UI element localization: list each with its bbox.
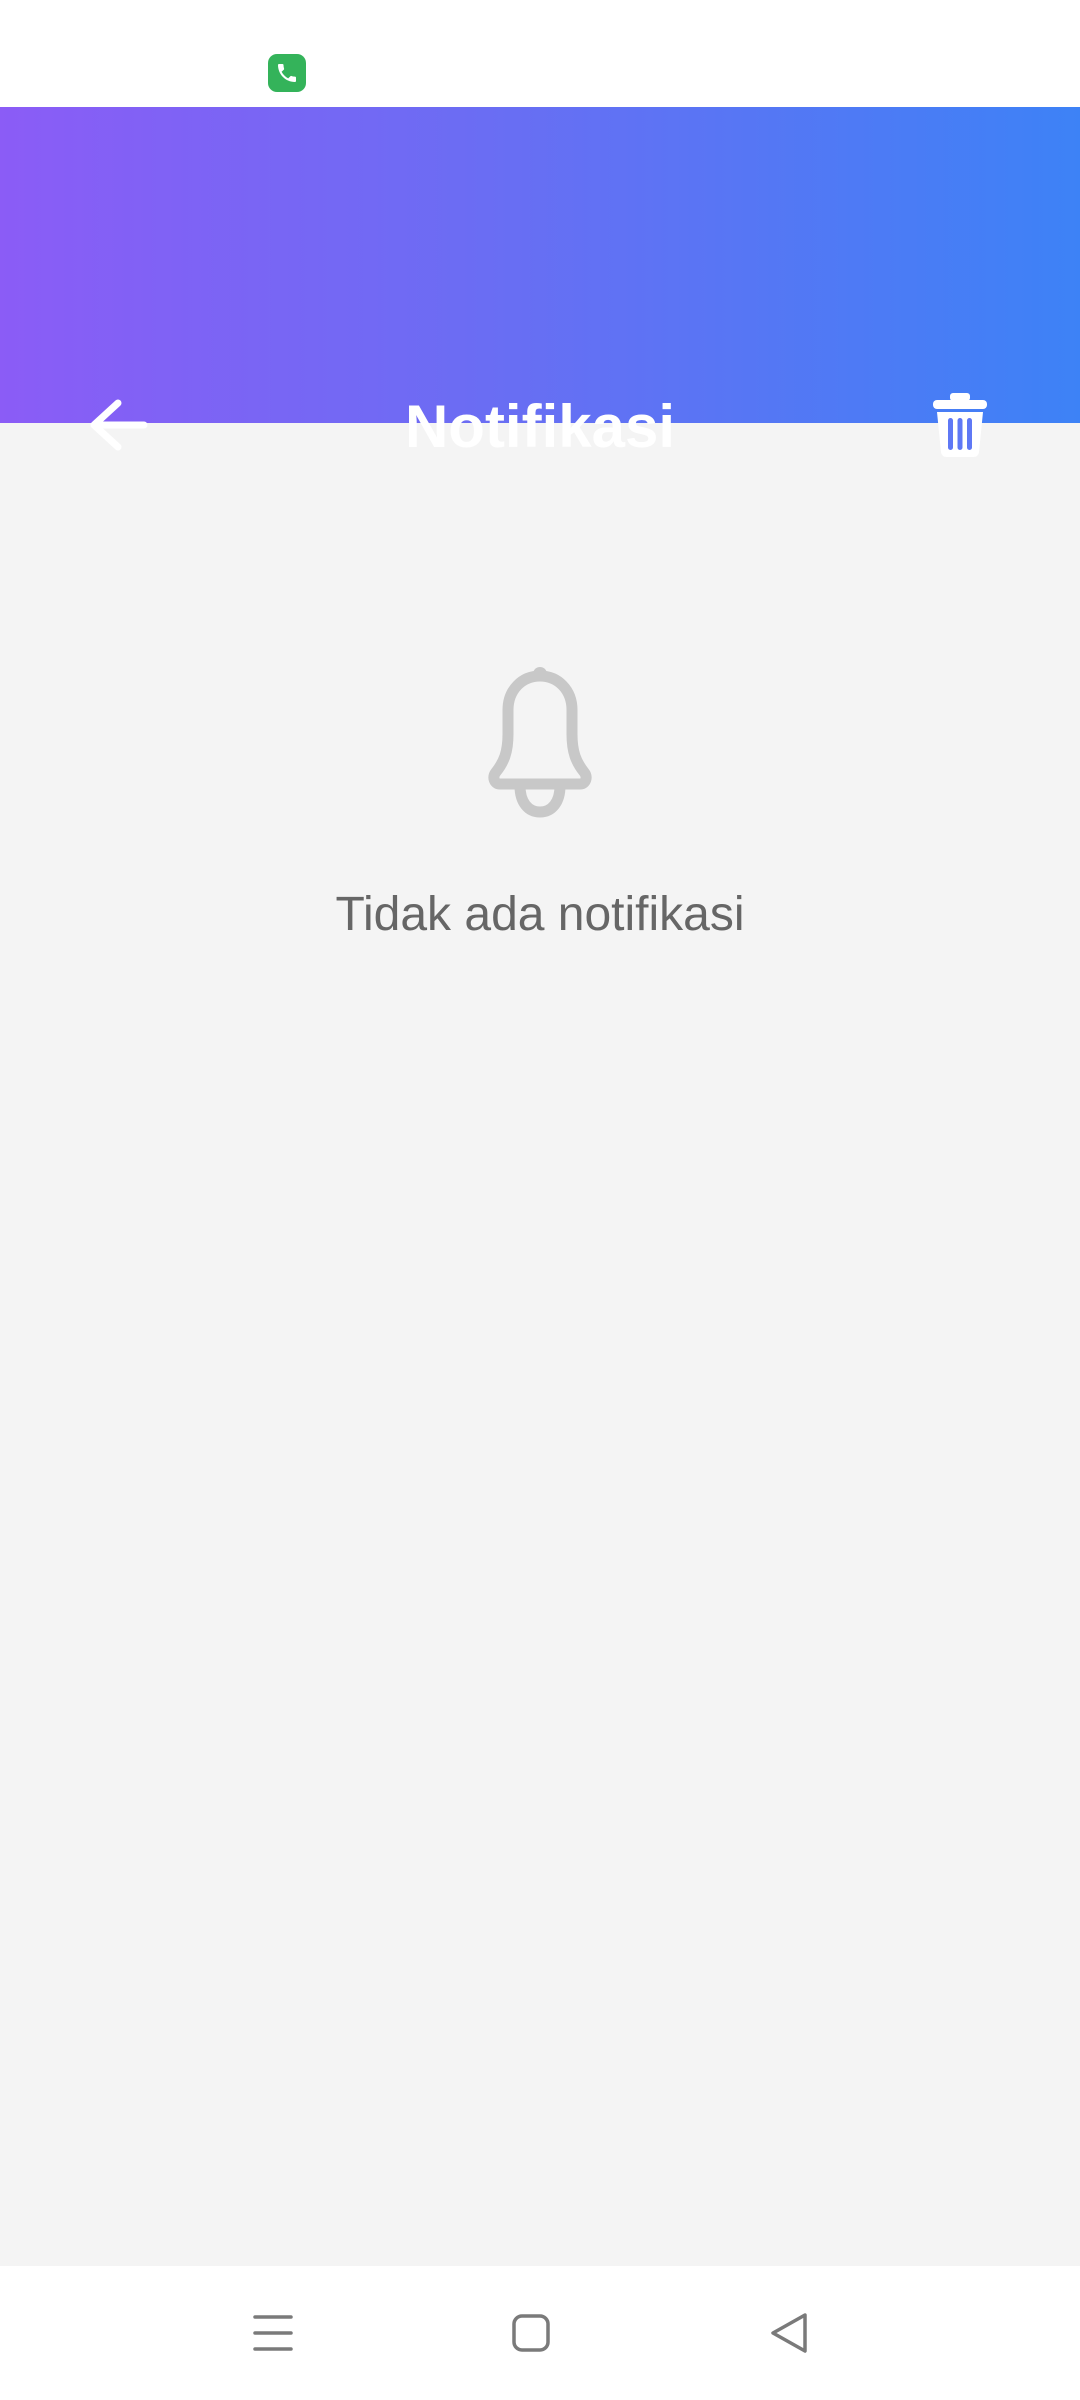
trash-icon — [933, 393, 987, 457]
arrow-left-icon — [90, 399, 148, 451]
phone-call-icon — [268, 54, 306, 92]
back-triangle-icon — [771, 2313, 807, 2353]
empty-state: Tidak ada notifikasi — [0, 650, 1080, 970]
recent-apps-button[interactable] — [218, 2286, 328, 2380]
menu-icon — [253, 2315, 293, 2351]
back-button[interactable] — [78, 375, 158, 475]
bell-icon — [488, 667, 592, 818]
notifications-screen: Notifikasi Tidak ada notifikasi — [0, 0, 1080, 2400]
system-navigation-bar — [0, 2266, 1080, 2400]
status-bar — [0, 0, 1080, 107]
home-icon — [512, 2314, 550, 2352]
empty-state-message: Tidak ada notifikasi — [335, 888, 745, 941]
home-button[interactable] — [476, 2286, 586, 2380]
page-title: Notifikasi — [404, 393, 676, 460]
app-header: Notifikasi — [0, 107, 1080, 460]
delete-all-button[interactable] — [915, 375, 1005, 475]
system-back-button[interactable] — [734, 2286, 844, 2380]
